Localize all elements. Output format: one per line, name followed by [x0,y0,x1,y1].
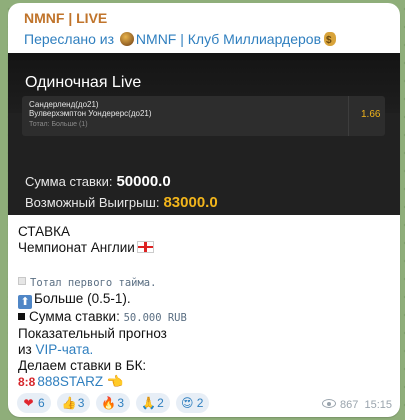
black-square-icon [18,313,25,320]
reaction-count: 6 [38,396,45,410]
team-2: Вулверхэмптон Уондерерс(до21) [29,109,152,118]
888-badge-icon: 8:8 [18,375,36,389]
text-line-9: 8:8 888STARZ 👈 [18,374,400,390]
reaction-heart-eyes[interactable]: 😍 2 [175,393,210,413]
slip-title: Одиночная Live [25,74,142,91]
market-text: Тотал первого тайма. [30,277,157,289]
divider [348,96,349,136]
reaction-count: 2 [157,396,164,410]
reaction-thumbs-up[interactable]: 👍3 [56,393,91,413]
text-line-7: из VIP-чата. [18,342,400,358]
forwarded-from[interactable]: Переслано из NMNF | Клуб Миллиардеров [24,30,400,50]
text-line-6: Показательный прогноз [18,326,167,341]
reaction-pray[interactable]: 🙏2 [136,393,170,413]
team-1: Сандерленд(до21) [29,100,99,109]
text-line-8: Делаем ставки в БК: [18,358,147,373]
slip-stake: Сумма ставки: 50000.0 [25,173,171,190]
pray-icon: 🙏 [141,396,157,410]
bookmaker-link[interactable]: 888STARZ [37,374,103,389]
text-line-5: Сумма ставки: 50.000 RUB [18,309,400,326]
white-square-icon [18,277,26,285]
win-value: 83000.0 [163,194,218,211]
stake-label: Сумма ставки: [25,174,113,189]
heart-eyes-icon: 😍 [180,396,194,410]
slip-event-card: Сандерленд(до21) Вулверхэмптон Уондерерс… [22,96,385,136]
reaction-count: 2 [196,396,204,410]
stake-text-value: 50.000 RUB [123,312,187,324]
text-line-1: СТАВКА [18,224,70,239]
stake-text-label: Сумма ставки: [29,309,120,324]
win-label: Возможный Выигрыш: [25,195,160,210]
message-header: NMNF | LIVE Переслано из NMNF | Клуб Мил… [8,3,400,53]
message-text: СТАВКА Чемпионат Англии Тотал первого та… [8,215,400,390]
message-meta: 867 15:15 [321,399,392,411]
heart-icon: ❤ [23,396,34,410]
money-bag-icon [324,32,337,50]
england-flag-icon [136,241,154,253]
message-time: 15:15 [364,399,392,411]
message-bubble: NMNF | LIVE Переслано из NMNF | Клуб Мил… [8,3,400,417]
eye-icon [321,399,336,408]
text-line-3: Тотал первого тайма. [18,274,400,291]
league: Чемпионат Англии [18,240,135,255]
reaction-heart[interactable]: ❤ 6 [17,393,51,413]
pointing-hand-icon: 👈 [106,374,124,389]
channel-name[interactable]: NMNF | LIVE [24,9,400,27]
text-line-4: ⬆ Больше (0.5-1). [18,291,400,309]
reaction-count: 3 [77,396,85,410]
vip-prefix: из [18,342,32,357]
forward-prefix: Переслано из [24,31,115,47]
bet-slip-image[interactable]: Одиночная Live Сандерленд(до21) Вулверхэ… [8,53,400,215]
stake-value: 50000.0 [116,173,171,190]
vip-chat-link[interactable]: VIP-чата. [36,342,94,357]
market: Тотал: Больше (1) [29,121,88,128]
reactions-bar: ❤ 6 👍3 🔥3 🙏2 😍 2 [17,393,215,415]
forward-source[interactable]: NMNF | Клуб Миллиардеров [136,31,321,47]
fire-icon: 🔥 [101,396,117,410]
up-arrow-icon: ⬆ [18,295,32,309]
text-line-2: Чемпионат Англии [18,240,400,256]
source-avatar [119,32,134,46]
reaction-fire[interactable]: 🔥3 [96,393,131,413]
slip-win: Возможный Выигрыш: 83000.0 [25,194,218,211]
odds: 1.66 [361,109,381,120]
view-count: 867 [339,399,359,411]
pick-text: Больше (0.5-1). [34,291,131,306]
reaction-count: 3 [117,396,125,410]
thumbs-up-icon: 👍 [61,396,77,410]
